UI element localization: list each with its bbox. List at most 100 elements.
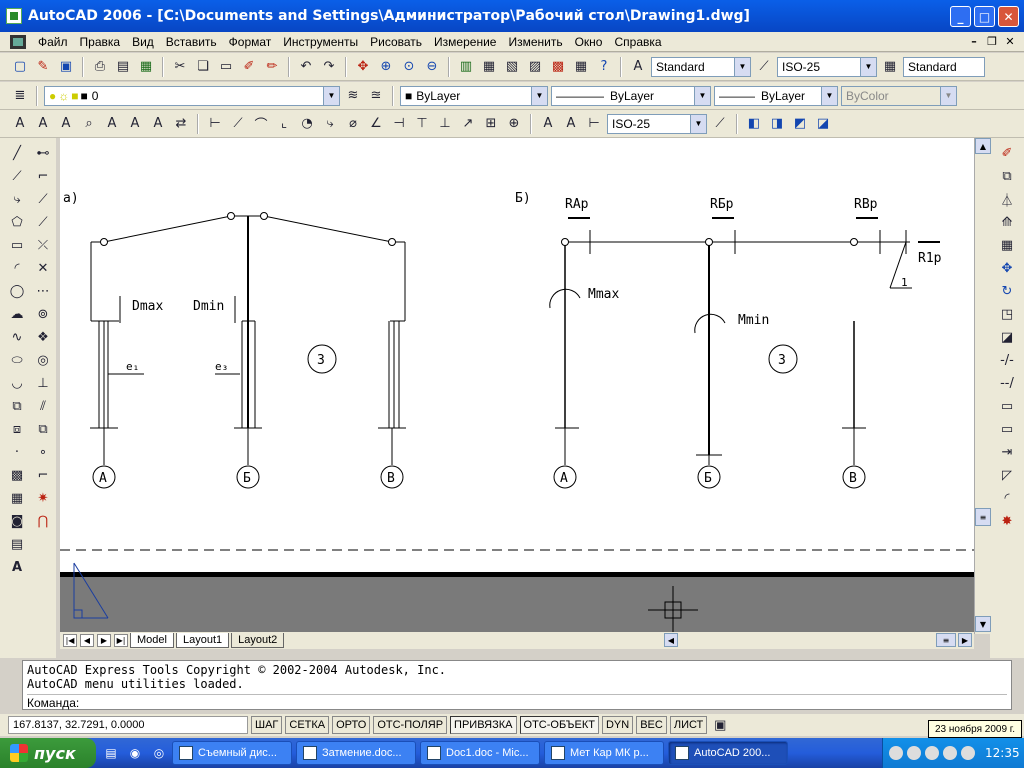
scroll-left-icon[interactable]: ◀ — [664, 633, 678, 647]
draw-order-under-icon[interactable]: ◪ — [813, 114, 833, 134]
menu-tools[interactable]: Инструменты — [277, 35, 364, 49]
chevron-down-icon[interactable]: ▼ — [734, 57, 750, 76]
explode-icon[interactable]: ✷ — [33, 489, 53, 508]
continue-icon[interactable]: ⊥ — [435, 114, 455, 134]
document-icon[interactable] — [10, 34, 26, 49]
single-line-text-icon[interactable]: A — [33, 114, 53, 134]
erase-icon[interactable]: ⊷ — [33, 144, 53, 163]
copy-object-icon[interactable]: ⌐ — [33, 167, 53, 186]
radius-icon[interactable]: ◔ — [297, 114, 317, 134]
prev-tab-icon[interactable]: ◀ — [80, 634, 94, 647]
trim-tool-icon[interactable]: -/- — [997, 351, 1017, 370]
scale-icon[interactable]: ⊚ — [33, 305, 53, 324]
next-tab-icon[interactable]: ▶ — [97, 634, 111, 647]
tray-network-icon[interactable] — [889, 746, 903, 760]
grid-toggle[interactable]: СЕТКА — [285, 716, 330, 734]
aligned-dim-icon[interactable]: ⟋ — [228, 114, 248, 134]
arc-icon[interactable]: ◜ — [7, 259, 27, 278]
text-style-2-icon[interactable]: A — [102, 114, 122, 134]
print-icon[interactable]: ⎙ — [90, 57, 110, 77]
task-autocad[interactable]: AutoCAD 200... — [668, 741, 788, 765]
find-text-icon[interactable]: ⌕ — [79, 114, 99, 134]
lineweight-toggle[interactable]: ВЕС — [636, 716, 667, 734]
command-prompt[interactable]: Команда: — [27, 694, 1007, 710]
horizontal-scrollbar[interactable]: ◀ ≡ ▶ — [664, 633, 974, 647]
jogged-icon[interactable]: ⤷ — [320, 114, 340, 134]
offset-icon[interactable]: ⟋ — [33, 213, 53, 232]
region-icon[interactable]: ◙ — [7, 512, 27, 531]
rotate-tool-icon[interactable]: ↻ — [997, 282, 1017, 301]
layer-previous-icon[interactable]: ≊ — [366, 86, 386, 106]
tab-layout1[interactable]: Layout1 — [175, 633, 230, 648]
table-icon[interactable]: ▤ — [7, 535, 27, 554]
tab-layout2[interactable]: Layout2 — [231, 633, 285, 648]
gradient-icon[interactable]: ▦ — [7, 489, 27, 508]
tray-display-icon[interactable] — [961, 746, 975, 760]
stretch-tool-icon[interactable]: ◪ — [997, 328, 1017, 347]
scale-tool-icon[interactable]: ◳ — [997, 305, 1017, 324]
circle-icon[interactable]: ◯ — [7, 282, 27, 301]
otrack-toggle[interactable]: ОТС-ОБЪЕКТ — [519, 716, 599, 734]
diameter-icon[interactable]: ⌀ — [343, 114, 363, 134]
justify-text-icon[interactable]: A — [148, 114, 168, 134]
help-icon[interactable]: ? — [594, 57, 614, 77]
task-removable-disk[interactable]: Съемный дис... — [172, 741, 292, 765]
text-icon[interactable]: A — [10, 114, 30, 134]
chevron-down-icon[interactable]: ▼ — [531, 86, 547, 105]
markup-icon[interactable]: ▩ — [548, 57, 568, 77]
chamfer-icon[interactable]: ∘ — [33, 443, 53, 462]
copy-tool-icon[interactable]: ⧉ — [997, 167, 1017, 186]
spline-icon[interactable]: ∿ — [7, 328, 27, 347]
draw-order-back-icon[interactable]: ◨ — [767, 114, 787, 134]
chevron-down-icon[interactable]: ▼ — [694, 86, 710, 105]
rectangle-icon[interactable]: ▭ — [7, 236, 27, 255]
construction-line-icon[interactable]: ⟋ — [7, 167, 27, 186]
revision-cloud-icon[interactable]: ☁ — [7, 305, 27, 324]
quicklaunch-media-icon[interactable]: ◎ — [150, 744, 168, 762]
rotate-icon[interactable]: ⋯ — [33, 282, 53, 301]
design-center-icon[interactable]: ▦ — [479, 57, 499, 77]
doc-minimize-icon[interactable]: – — [966, 34, 982, 49]
color-select[interactable]: ■ ByLayer ▼ — [400, 85, 548, 106]
paste-icon[interactable]: ▭ — [216, 57, 236, 77]
command-window[interactable]: AutoCAD Express Tools Copyright © 2002-2… — [22, 660, 1012, 710]
ortho-toggle[interactable]: ОРТО — [332, 716, 371, 734]
quicklaunch-ie-icon[interactable]: ◉ — [126, 744, 144, 762]
block-editor-icon[interactable]: ✏ — [262, 57, 282, 77]
menu-draw[interactable]: Рисовать — [364, 35, 428, 49]
lineweight-select[interactable]: ——— ByLayer ▼ — [714, 85, 838, 106]
quicklaunch-explorer-icon[interactable]: ▤ — [102, 744, 120, 762]
maximize-viewport-icon[interactable]: ▣ — [710, 715, 730, 735]
hatch-icon[interactable]: ▩ — [7, 466, 27, 485]
first-tab-icon[interactable]: |◀ — [63, 634, 77, 647]
doc-close-icon[interactable]: ✕ — [1002, 34, 1018, 49]
scale-text-icon[interactable]: A — [125, 114, 145, 134]
magnet-icon[interactable]: ⋂ — [33, 512, 53, 531]
chamfer-tool-icon[interactable]: ◸ — [997, 466, 1017, 485]
text-style-select[interactable]: Standard ▼ — [651, 56, 751, 77]
join-tool-icon[interactable]: ⇥ — [997, 443, 1017, 462]
undo-icon[interactable]: ↶ — [296, 57, 316, 77]
new-icon[interactable]: ▢ — [10, 57, 30, 77]
sheet-set-icon[interactable]: ▨ — [525, 57, 545, 77]
polyline-icon[interactable]: ⤷ — [7, 190, 27, 209]
tray-volume-icon[interactable] — [943, 746, 957, 760]
linetype-select[interactable]: ———— ByLayer ▼ — [551, 85, 711, 106]
publish-icon[interactable]: ▦ — [136, 57, 156, 77]
tray-antivirus-icon[interactable] — [925, 746, 939, 760]
dim-edit-icon[interactable]: A — [538, 114, 558, 134]
cut-icon[interactable]: ✂ — [170, 57, 190, 77]
hscroll-thumb[interactable]: ≡ — [936, 633, 956, 647]
dim-style-icon[interactable]: ⟋ — [754, 57, 774, 77]
convert-text-icon[interactable]: ⇄ — [171, 114, 191, 134]
properties-brush-icon[interactable]: ✐ — [997, 144, 1017, 163]
properties-icon[interactable]: ▥ — [456, 57, 476, 77]
task-met-kar[interactable]: Мет Кар МК р... — [544, 741, 664, 765]
autocad-app-icon[interactable] — [6, 8, 22, 24]
trim-icon[interactable]: ◎ — [33, 351, 53, 370]
dyn-toggle[interactable]: DYN — [601, 716, 634, 734]
stretch-icon[interactable]: ❖ — [33, 328, 53, 347]
pan-icon[interactable]: ✥ — [353, 57, 373, 77]
mirror-tool-icon[interactable]: ⏃ — [997, 190, 1017, 209]
layer-select[interactable]: ● ☼ ■ ■ 0 ▼ — [44, 85, 340, 106]
